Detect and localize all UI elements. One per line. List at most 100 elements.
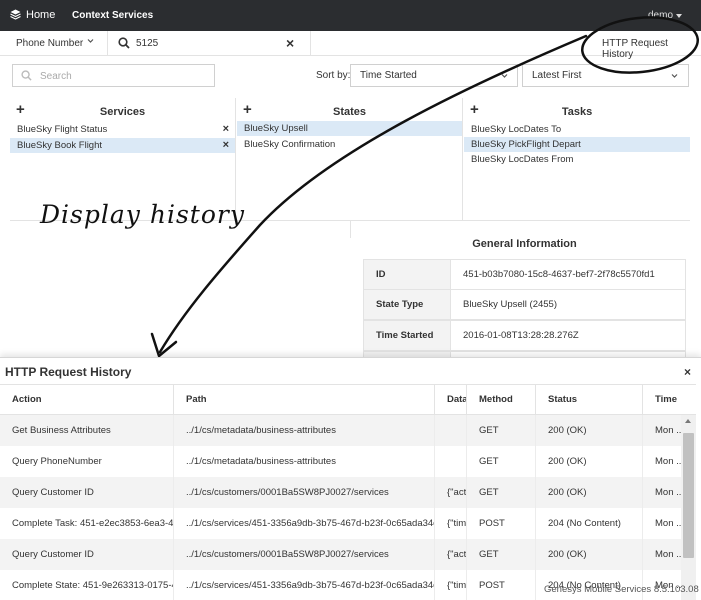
close-icon[interactable]: × xyxy=(223,138,229,153)
task-item[interactable]: BlueSky LocDates To xyxy=(464,122,690,137)
table-row[interactable]: Get Business Attributes ../1/cs/metadata… xyxy=(0,415,681,446)
data-cell xyxy=(435,415,467,446)
column-header[interactable]: Path xyxy=(174,385,435,414)
data-cell: {"tim xyxy=(435,570,467,600)
search-value[interactable]: 5125 xyxy=(136,38,158,49)
status-cell: 200 (OK) xyxy=(536,477,643,508)
table-row[interactable]: Complete Task: 451-e2ec3853-6ea3-4b ../1… xyxy=(0,508,681,539)
customer-search-input[interactable]: 5125 × xyxy=(108,31,311,56)
method-cell: POST xyxy=(467,508,536,539)
chevron-down-icon xyxy=(671,74,678,78)
task-item-label: BlueSky PickFlight Depart xyxy=(471,139,581,150)
table-row[interactable]: Query Customer ID ../1/cs/customers/0001… xyxy=(0,539,681,570)
column-header[interactable]: Method xyxy=(467,385,536,414)
status-cell: 200 (OK) xyxy=(536,539,643,570)
status-cell: 200 (OK) xyxy=(536,446,643,477)
search-icon xyxy=(21,70,32,81)
table-row[interactable]: Query Customer ID ../1/cs/customers/0001… xyxy=(0,477,681,508)
sort-field-value: Time Started xyxy=(360,70,417,81)
column-header[interactable]: Action xyxy=(0,385,174,414)
column-header[interactable]: Status xyxy=(536,385,643,414)
chevron-down-icon xyxy=(87,39,94,43)
filter-search-input[interactable]: Search xyxy=(12,64,215,87)
info-key: ID xyxy=(364,260,451,289)
states-title: States xyxy=(332,106,367,118)
clear-icon[interactable]: × xyxy=(286,35,294,51)
sort-order-select[interactable]: Latest First xyxy=(522,64,689,87)
action-cell: Query Customer ID xyxy=(0,477,174,508)
path-cell: ../1/cs/services/451-3356a9db-3b75-467d-… xyxy=(174,508,435,539)
filter-search-placeholder: Search xyxy=(40,71,72,82)
task-item-label: BlueSky LocDates From xyxy=(471,154,574,165)
top-bar: Home Context Services demo xyxy=(0,0,701,31)
user-menu[interactable]: demo xyxy=(648,10,673,21)
service-item-label: BlueSky Flight Status xyxy=(17,124,108,135)
service-item[interactable]: BlueSky Book Flight × xyxy=(10,138,235,153)
info-row: ID 451-b03b7080-15c8-4637-bef7-2f78c5570… xyxy=(363,259,686,290)
arrowhead xyxy=(150,332,178,358)
method-cell: GET xyxy=(467,477,536,508)
general-info-title: General Information xyxy=(472,238,577,250)
action-cell: Complete State: 451-9e263313-0175-4 xyxy=(0,570,174,600)
info-value: BlueSky Upsell (2455) xyxy=(463,299,557,310)
path-cell: ../1/cs/metadata/business-attributes xyxy=(174,415,435,446)
action-cell: Complete Task: 451-e2ec3853-6ea3-4b xyxy=(0,508,174,539)
scrollbar-thumb[interactable] xyxy=(683,433,694,558)
data-cell: {"acti xyxy=(435,477,467,508)
info-key: State Type xyxy=(364,290,451,319)
method-cell: GET xyxy=(467,415,536,446)
path-cell: ../1/cs/services/451-3356a9db-3b75-467d-… xyxy=(174,570,435,600)
table-header: Action Path Data Method Status Time xyxy=(0,384,696,415)
method-cell: GET xyxy=(467,446,536,477)
method-cell: POST xyxy=(467,570,536,600)
state-item[interactable]: BlueSky Upsell xyxy=(237,121,462,136)
service-item-label: BlueSky Book Flight xyxy=(17,140,103,151)
service-item[interactable]: BlueSky Flight Status × xyxy=(10,122,235,137)
status-cell: 204 (No Content) xyxy=(536,508,643,539)
data-cell xyxy=(435,446,467,477)
states-column: + States BlueSky Upsell BlueSky Confirma… xyxy=(237,98,463,220)
http-request-history-link[interactable]: HTTP Request History xyxy=(602,38,701,60)
sort-by-label: Sort by: xyxy=(316,70,351,81)
search-type-select[interactable]: Phone Number xyxy=(0,31,108,56)
data-cell: {"tim xyxy=(435,508,467,539)
request-table-body: Get Business Attributes ../1/cs/metadata… xyxy=(0,415,681,600)
close-icon[interactable]: × xyxy=(684,365,691,379)
column-header[interactable]: Data xyxy=(435,385,467,414)
search-type-label: Phone Number xyxy=(16,38,84,49)
chevron-down-icon xyxy=(501,74,508,78)
scroll-up-icon[interactable] xyxy=(685,419,691,423)
info-row: Time Started 2016-01-08T13:28:28.276Z xyxy=(363,320,686,351)
path-cell: ../1/cs/metadata/business-attributes xyxy=(174,446,435,477)
time-cell: Mon ... xyxy=(655,487,681,498)
customer-search-bar: Phone Number 5125 × HTTP Request History xyxy=(0,31,701,60)
status-cell: 200 (OK) xyxy=(536,415,643,446)
tasks-column: + Tasks BlueSky LocDates To BlueSky Pick… xyxy=(464,98,690,220)
column-header[interactable]: Time xyxy=(643,385,696,414)
table-row[interactable]: Query PhoneNumber ../1/cs/metadata/busin… xyxy=(0,446,681,477)
home-link[interactable]: Home xyxy=(26,9,55,21)
close-icon[interactable]: × xyxy=(223,122,229,137)
action-cell: Query PhoneNumber xyxy=(0,446,174,477)
context-services-tab[interactable]: Context Services xyxy=(72,10,153,21)
display-history-annotation: Display history xyxy=(40,200,245,229)
time-cell: Mon ... xyxy=(655,518,681,529)
action-cell: Get Business Attributes xyxy=(0,415,174,446)
services-title: Services xyxy=(99,106,146,118)
chevron-down-icon[interactable] xyxy=(676,14,682,18)
state-item-label: BlueSky Upsell xyxy=(244,123,308,134)
state-item[interactable]: BlueSky Confirmation xyxy=(237,137,462,152)
divider xyxy=(350,220,351,238)
sort-field-select[interactable]: Time Started xyxy=(350,64,518,87)
time-cell: Mon ... xyxy=(655,549,681,560)
info-key: Time Started xyxy=(364,321,451,350)
tasks-title: Tasks xyxy=(561,106,593,118)
info-value: 2016-01-08T13:28:28.276Z xyxy=(463,330,579,341)
stack-icon xyxy=(10,9,21,20)
path-cell: ../1/cs/customers/0001Ba5SW8PJ0027/servi… xyxy=(174,477,435,508)
method-cell: GET xyxy=(467,539,536,570)
state-item-label: BlueSky Confirmation xyxy=(244,139,336,150)
task-item[interactable]: BlueSky PickFlight Depart xyxy=(464,137,690,152)
task-item[interactable]: BlueSky LocDates From xyxy=(464,152,690,167)
search-icon xyxy=(118,37,130,49)
